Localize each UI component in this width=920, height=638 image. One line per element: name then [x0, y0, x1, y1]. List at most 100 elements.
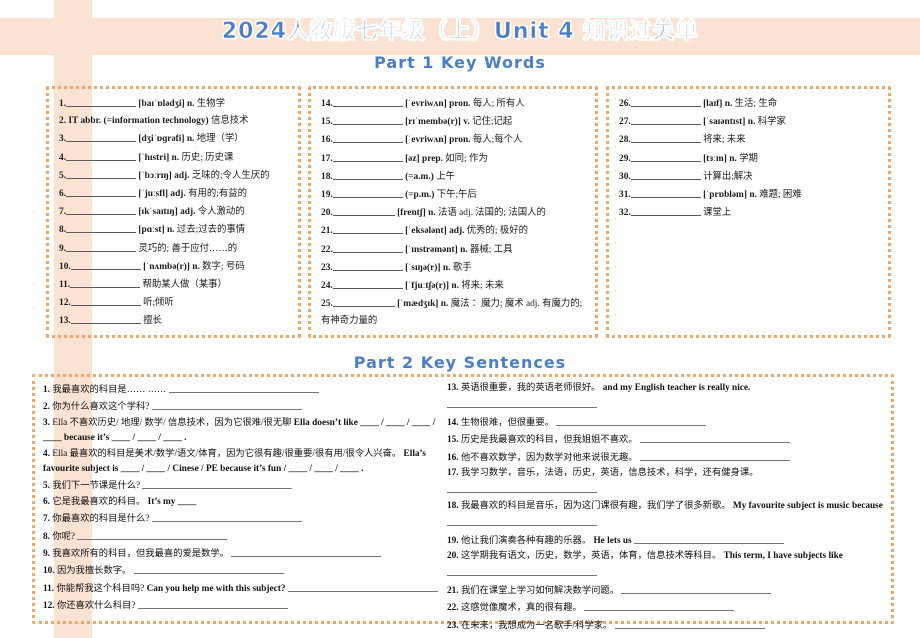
word-answer-blank[interactable]	[66, 185, 137, 198]
word-answer-blank[interactable]	[332, 113, 403, 126]
sentence-answer-blank[interactable]	[614, 617, 765, 629]
sentence-answer-blank[interactable]	[634, 532, 784, 544]
word-part-of-speech: n.	[166, 225, 175, 236]
sentence-answer-blank[interactable]	[447, 481, 597, 494]
sentence-english: My favourite subject is music because	[732, 500, 883, 511]
word-entry: 21. [ˈeksələnt] adj. 优秀的; 极好的	[321, 222, 589, 240]
word-phonetic: [ˈɪnstrəmənt]	[405, 244, 458, 255]
sentence-item: 22. 这感觉像魔术，真的很有趣。	[447, 599, 891, 616]
sentence-item: 4. Ella 最喜欢的科目是美术/数学/语文/体育，因为它很有趣/很重要/很有…	[43, 447, 443, 478]
sentence-answer-blank[interactable]	[133, 562, 284, 575]
word-answer-blank[interactable]	[66, 130, 137, 143]
word-answer-blank[interactable]	[630, 186, 701, 199]
word-answer-blank[interactable]	[66, 240, 137, 252]
word-phonetic: [baɪˈɒlədʒi]	[138, 99, 185, 109]
sentence-item: 14. 生物很难，但很重要。	[447, 414, 891, 431]
sentence-answer-blank[interactable]	[231, 545, 382, 558]
word-answer-blank[interactable]	[66, 95, 137, 107]
word-answer-blank[interactable]	[332, 295, 395, 308]
word-answer-blank[interactable]	[332, 222, 403, 235]
sentence-answer-blank[interactable]	[447, 564, 597, 577]
word-answer-blank[interactable]	[332, 186, 403, 199]
sentence-answer-blank[interactable]	[137, 597, 288, 610]
word-answer-blank[interactable]	[332, 204, 395, 217]
word-entry: 29. [tɜːm] n. 学期	[619, 150, 882, 168]
word-entry: 2. IT abbr. (=information technology) 信息…	[59, 113, 292, 130]
sentence-chinese: 你还喜欢什么科目?	[56, 601, 136, 612]
word-entry: 22. [ˈɪnstrəmənt] n. 器械; 工具	[321, 241, 589, 259]
word-answer-blank[interactable]	[66, 149, 137, 161]
sentence-answer-blank[interactable]	[639, 431, 790, 444]
word-answer-blank[interactable]	[630, 113, 701, 126]
sentence-answer-blank[interactable]	[447, 396, 597, 409]
sentence-answer-blank[interactable]	[151, 510, 302, 523]
word-entry: 28. 将来; 未来	[619, 131, 882, 149]
word-answer-blank[interactable]	[66, 167, 137, 179]
word-meaning: 听;倾听	[143, 298, 174, 309]
sentence-answer-blank[interactable]	[556, 414, 707, 426]
sentence-item: 10. 因为我擅长数字。	[43, 562, 443, 579]
sentence-chinese: 你最喜欢的科目是什么?	[52, 514, 150, 525]
part2-heading: Part 2 Key Sentences	[353, 353, 567, 372]
word-number: 7.	[59, 207, 67, 218]
sentence-number: 9.	[43, 549, 50, 560]
word-answer-blank[interactable]	[630, 150, 701, 162]
word-meaning: 学期	[739, 153, 758, 164]
word-answer-blank[interactable]	[630, 95, 701, 107]
word-answer-blank[interactable]	[630, 168, 701, 180]
word-part-of-speech: prep.	[421, 153, 443, 164]
word-meaning: 每人; 所有人	[472, 99, 525, 109]
word-answer-blank[interactable]	[630, 204, 701, 217]
word-number: 31.	[619, 190, 631, 201]
sentence-answer-blank[interactable]	[168, 381, 319, 393]
word-entry: 6. [ˈjuːsfl] adj. 有用的;有益的	[59, 185, 292, 203]
word-entry: 20. [frentʃ] n. 法语 adj. 法国的; 法国人的	[321, 204, 589, 222]
word-answer-blank[interactable]	[70, 276, 141, 289]
sentence-answer-blank[interactable]	[639, 449, 790, 461]
word-answer-blank[interactable]	[332, 150, 403, 162]
word-answer-blank[interactable]	[332, 241, 403, 253]
sentence-answer-blank[interactable]	[584, 599, 735, 612]
word-answer-blank[interactable]	[332, 259, 403, 271]
sentence-answer-blank[interactable]	[151, 398, 302, 411]
word-meaning: 科学家	[757, 117, 786, 128]
sentence-number: 18.	[447, 500, 459, 511]
word-answer-blank[interactable]	[70, 258, 141, 270]
sentence-number: 1.	[43, 385, 50, 395]
sentence-answer-blank[interactable]	[621, 582, 772, 594]
sentence-english: This term, I have subjects like	[723, 551, 843, 562]
word-answer-blank[interactable]	[332, 95, 403, 107]
word-meaning: 将来; 未来	[461, 281, 504, 292]
sentence-answer-blank[interactable]	[287, 580, 438, 592]
word-answer-blank[interactable]	[332, 131, 403, 144]
words-column-3: 26. [laɪf] n. 生活; 生命 27. [ˈsaɪəntɪst] n. …	[606, 86, 891, 338]
sentence-chinese: 因为我擅长数字。	[56, 566, 132, 577]
word-phonetic: [ˈmædʒɪk]	[397, 299, 439, 310]
word-answer-blank[interactable]	[332, 168, 403, 180]
word-meaning: 过去;过去的事情	[176, 225, 246, 236]
word-answer-blank[interactable]	[630, 131, 701, 144]
word-number: 28.	[619, 135, 631, 146]
word-answer-blank[interactable]	[66, 221, 137, 234]
word-part-of-speech: n.	[192, 261, 200, 272]
word-answer-blank[interactable]	[70, 294, 141, 307]
sentence-answer-blank[interactable]	[77, 528, 228, 540]
word-entry: 30. 计算出;解决	[619, 168, 882, 186]
word-number: 21.	[321, 226, 333, 237]
sentence-chinese: 生物很难，但很重要。	[460, 417, 554, 428]
word-meaning: 生活; 生命	[734, 99, 778, 109]
words-column-1: 1. [baɪˈɒlədʒi] n. 生物学 2. IT abbr. (=info…	[46, 86, 301, 338]
part1-heading: Part 1 Key Words	[374, 53, 546, 72]
sentence-answer-blank[interactable]	[447, 514, 597, 527]
word-answer-blank[interactable]	[66, 203, 137, 216]
word-number: 5.	[59, 170, 67, 181]
sentence-number: 12.	[43, 601, 55, 612]
sentence-item: 6. 它是我最喜欢的科目。 It’s my ____	[43, 495, 443, 510]
word-answer-blank[interactable]	[332, 277, 403, 290]
word-part-of-speech: v.	[463, 117, 470, 128]
word-answer-blank[interactable]	[70, 312, 141, 325]
word-meaning: 下午;午后	[436, 190, 477, 201]
sentence-item: 5. 我们下一节课是什么?	[43, 477, 443, 494]
sentence-answer-blank[interactable]	[142, 477, 293, 490]
sentence-chinese: 这学期我有语文，历史，数学，英语，体育，信息技术等科目。	[460, 551, 722, 562]
